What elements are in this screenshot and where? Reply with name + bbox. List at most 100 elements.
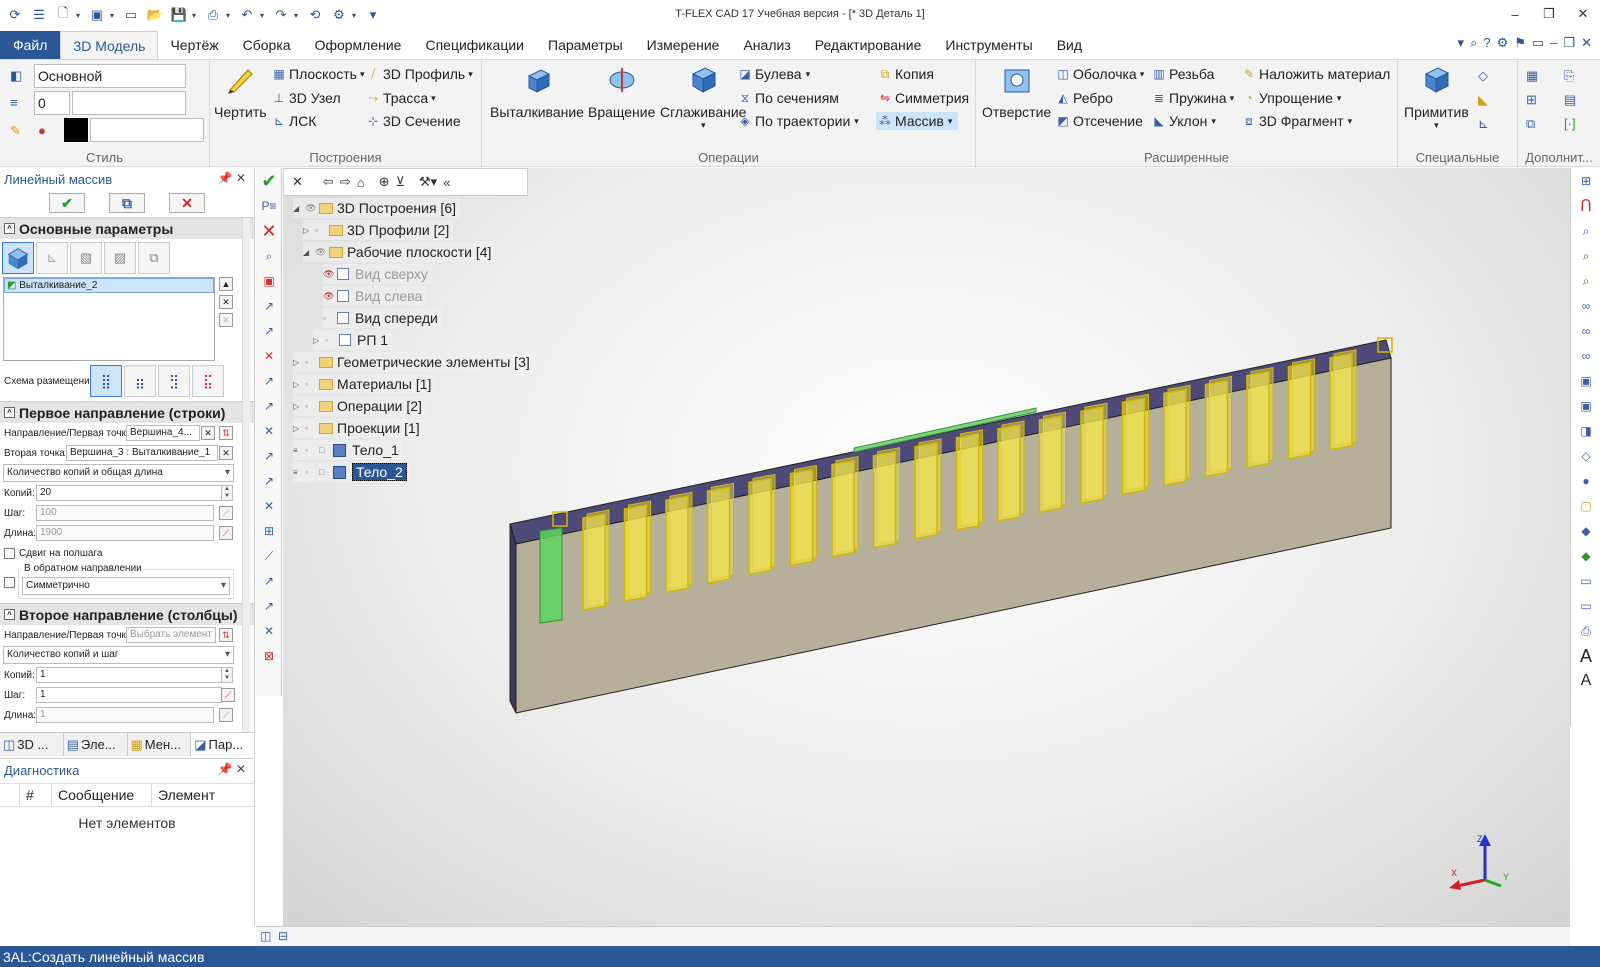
extra-tool-3-icon[interactable]: ⊞ xyxy=(1526,92,1537,108)
params-window-icon[interactable]: P≡ xyxy=(257,194,281,218)
original-fin[interactable] xyxy=(539,527,563,624)
tab-assembly[interactable]: Сборка xyxy=(231,31,303,59)
file-menu[interactable]: Файл xyxy=(0,31,61,59)
fin-copy[interactable] xyxy=(1121,397,1146,496)
tab-design[interactable]: Оформление xyxy=(303,31,414,59)
ruler-icon[interactable]: ⟋ xyxy=(257,544,281,568)
dir2-copies-spinner[interactable]: ▲ ▼ xyxy=(221,667,233,683)
tree-item[interactable]: ◢ 👁 3D Построения [6] xyxy=(293,198,460,218)
save-icon[interactable]: 💾 xyxy=(168,4,190,26)
tree-item[interactable]: 👁 Вид сверху xyxy=(323,264,432,284)
ribbon-collapse-icon[interactable]: ▾ xyxy=(1458,35,1465,51)
sphere-view-icon[interactable]: ● xyxy=(1573,469,1599,493)
vector-4-icon[interactable]: ↗ xyxy=(257,469,281,493)
vector-5-icon[interactable]: ↗ xyxy=(257,569,281,593)
cube-view-2-icon[interactable]: ▣ xyxy=(1573,394,1599,418)
tab-parameters-panel[interactable]: ◪ Пар... xyxy=(191,733,255,756)
cancel-icon[interactable]: ✕ xyxy=(257,219,281,243)
tree-item[interactable]: ◦ Вид спереди xyxy=(323,308,442,328)
list-up-button[interactable]: ▲ xyxy=(219,277,233,291)
tab-3d-tree[interactable]: ◫ 3D ... xyxy=(0,733,64,756)
special-tool-2-icon[interactable]: ◣ xyxy=(1478,92,1488,108)
diagnostics-pin-icon[interactable]: 📌 ✕ xyxy=(218,762,246,776)
tab-parameters[interactable]: Параметры xyxy=(536,31,635,59)
new-file-icon[interactable]: 🗋 xyxy=(52,4,74,26)
special-tool-1-icon[interactable]: ◇ xyxy=(1478,68,1488,84)
dir1-copies-input[interactable]: 20 xyxy=(36,485,222,501)
body-select-icon[interactable]: ▣ xyxy=(257,269,281,293)
tree-item[interactable]: ≡ ◦ □ Тело_2 xyxy=(293,462,411,482)
tab-tools[interactable]: Инструменты xyxy=(933,31,1044,59)
new-3d-icon[interactable]: ▣ xyxy=(86,4,108,26)
exclude-copies-icon[interactable]: ⊠ xyxy=(257,644,281,668)
symmetry-button[interactable]: ⇋ Симметрия xyxy=(878,90,969,106)
section-button[interactable]: ⊹ 3D Сечение xyxy=(366,113,461,129)
dir2-copies-input[interactable]: 1 xyxy=(36,667,222,683)
tree-collapse-icon[interactable]: ⊻ xyxy=(395,174,405,190)
scheme-custom-button[interactable]: ⣯ xyxy=(192,365,224,397)
scheme-diamond-button[interactable]: ⣻ xyxy=(158,365,190,397)
pattern-icon[interactable]: ⊞ xyxy=(257,519,281,543)
simplify-button[interactable]: ◔ Упрощение ▾ xyxy=(1242,90,1341,106)
hole-button[interactable]: Отверстие xyxy=(982,64,1051,120)
sections-button[interactable]: ⧖ По сечениям xyxy=(738,90,839,106)
vector-3-icon[interactable]: ↗ xyxy=(257,444,281,468)
tab-editing[interactable]: Редактирование xyxy=(803,31,934,59)
dir2-length-input[interactable]: 1 xyxy=(36,707,214,723)
camera-icon[interactable]: ⎙ xyxy=(1573,619,1599,643)
extra-tool-5-icon[interactable]: ⧉ xyxy=(1526,116,1535,132)
settings-icon[interactable]: ⚙ xyxy=(1497,35,1509,51)
view-glasses-icon[interactable]: ∞ xyxy=(1573,294,1599,318)
array-button[interactable]: ⁂ Массив ▾ xyxy=(876,112,959,130)
direction-2-icon[interactable]: ↗ xyxy=(257,319,281,343)
path-button[interactable]: ⤳ Трасса ▾ xyxy=(366,90,435,106)
fin-copy[interactable] xyxy=(1163,388,1187,487)
scheme-grid-button[interactable]: ⣿ xyxy=(90,365,122,397)
material-button[interactable]: ✎ Наложить материал xyxy=(1242,66,1390,82)
fin-copy[interactable] xyxy=(1038,415,1063,513)
fin-copy[interactable] xyxy=(1080,406,1104,505)
tree-tools-icon[interactable]: ⚒▾ xyxy=(419,174,437,190)
tree-back-icon[interactable]: ⇦ xyxy=(323,174,334,190)
tab-view[interactable]: Вид xyxy=(1045,31,1094,59)
tab-specifications[interactable]: Спецификации xyxy=(413,31,536,59)
ok-button[interactable]: ✔ xyxy=(49,193,85,213)
preview-button[interactable]: ⧉ xyxy=(109,193,145,213)
light-icon[interactable]: ▭ xyxy=(1573,594,1599,618)
fin-copy[interactable] xyxy=(1246,370,1270,469)
col-element[interactable]: Элемент xyxy=(152,784,252,806)
layout-icon[interactable]: ▭ xyxy=(1532,35,1544,51)
col-message[interactable]: Сообщение xyxy=(52,784,152,806)
zoom-icon[interactable]: ⌕ xyxy=(1573,219,1599,243)
tree-item[interactable]: ▷ ◦ Геометрические элементы [3] xyxy=(293,352,534,372)
body-array-type-button[interactable]: ▧ xyxy=(70,242,102,274)
list-item[interactable]: ◩ Выталкивание_2 xyxy=(4,278,214,293)
dir1-mode-select[interactable]: Количество копий и общая длина xyxy=(3,464,234,482)
tab-3d-model[interactable]: 3D Модель xyxy=(60,31,159,59)
section-direction-2[interactable]: ^ Второе направление (столбцы) xyxy=(0,603,254,625)
vector-clear-icon[interactable]: ✕ xyxy=(257,419,281,443)
color-swatch[interactable] xyxy=(64,118,88,142)
fin-copy[interactable] xyxy=(665,495,689,594)
fin-copy[interactable] xyxy=(914,441,938,540)
tree-home-icon[interactable]: ⌂ xyxy=(357,175,365,190)
dir2-direction-input[interactable]: Выбрать элемент xyxy=(126,627,216,643)
special-tool-3-icon[interactable]: ⊾ xyxy=(1478,116,1489,132)
tree-hide-icon[interactable]: « xyxy=(443,175,450,190)
fin-copy[interactable] xyxy=(955,433,980,531)
extrude-button[interactable]: Выталкивание xyxy=(490,64,584,120)
profile-button[interactable]: ⧸ 3D Профиль ▾ xyxy=(366,66,473,82)
dir1-length-input[interactable]: 1900 xyxy=(36,525,214,541)
fin-copy[interactable] xyxy=(1329,352,1353,451)
window-layout-icon[interactable]: ⊞ xyxy=(1573,169,1599,193)
extra-tool-1-icon[interactable]: ▦ xyxy=(1526,68,1538,84)
reset-direction-icon[interactable]: ✕ xyxy=(257,344,281,368)
dir1-copies-spinner[interactable]: ▲ ▼ xyxy=(221,485,233,501)
menu-icon[interactable]: ☰ xyxy=(28,4,50,26)
primitive-button[interactable]: Примитив ▾ xyxy=(1404,64,1469,131)
thread-button[interactable]: ▥ Резьба xyxy=(1152,66,1214,82)
tab-drawing[interactable]: Чертёж xyxy=(158,31,230,59)
tab-analysis[interactable]: Анализ xyxy=(731,31,802,59)
cut-button[interactable]: ◩ Отсечение xyxy=(1056,113,1143,129)
priority-field[interactable] xyxy=(72,91,186,115)
